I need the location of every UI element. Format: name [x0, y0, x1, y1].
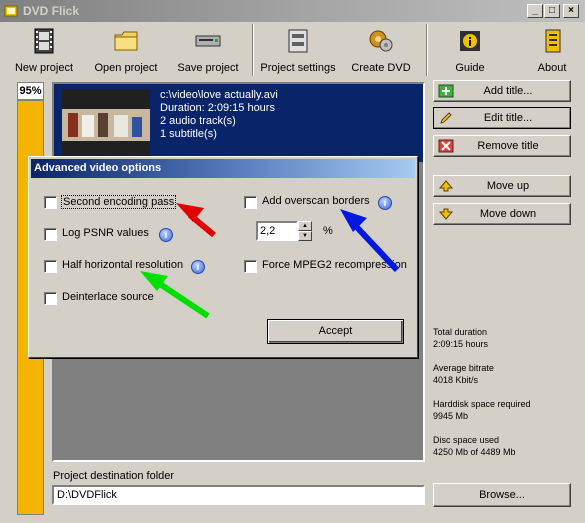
title-bar: DVD Flick _ □ × — [0, 0, 585, 22]
add-title-label: Add title... — [483, 85, 533, 97]
log-psnr-checkbox[interactable] — [44, 228, 57, 241]
overscan-label[interactable]: Add overscan borders — [262, 195, 370, 207]
save-drive-icon — [195, 35, 221, 47]
folder-icon — [114, 31, 138, 51]
remove-icon — [438, 139, 454, 153]
video-thumbnail — [62, 89, 150, 157]
disc-space-label: Disc space used — [433, 435, 500, 445]
create-dvd-icon — [369, 30, 393, 52]
remove-title-label: Remove title — [477, 140, 539, 152]
about-label: About — [537, 62, 567, 74]
destination-input[interactable]: D:\DVDFlick — [52, 485, 425, 505]
title-duration: Duration: 2:09:15 hours — [160, 102, 275, 114]
save-project-label: Save project — [177, 62, 239, 74]
title-subtitles: 1 subtitle(s) — [160, 128, 217, 140]
new-project-label: New project — [14, 62, 74, 74]
deinterlace-checkbox[interactable] — [44, 292, 57, 305]
guide-label: Guide — [455, 62, 485, 74]
move-down-label: Move down — [479, 208, 537, 220]
spin-up-icon[interactable]: ▲ — [298, 221, 312, 231]
move-down-button[interactable]: Move down — [433, 203, 571, 225]
maximize-button[interactable]: □ — [544, 4, 560, 18]
deinterlace-label[interactable]: Deinterlace source — [62, 291, 154, 303]
about-icon — [545, 29, 561, 53]
dialog-title: Advanced video options — [31, 159, 415, 178]
avg-bitrate-label: Average bitrate — [433, 363, 494, 373]
progress-percent: 95% — [17, 82, 44, 100]
second-pass-checkbox[interactable] — [44, 196, 57, 209]
destination-label: Project destination folder — [53, 470, 175, 482]
add-title-button[interactable]: Add title... — [433, 80, 571, 102]
open-project-button[interactable]: Open project — [90, 27, 162, 74]
title-path: c:\video\love actually.avi — [160, 89, 278, 101]
film-icon — [34, 28, 54, 54]
remove-title-button[interactable]: Remove title — [433, 135, 571, 157]
guide-icon — [460, 31, 480, 51]
avg-bitrate-value: 4018 Kbit/s — [433, 375, 479, 385]
log-psnr-label[interactable]: Log PSNR values — [62, 227, 149, 239]
info-icon[interactable]: i — [159, 228, 173, 242]
overscan-checkbox[interactable] — [244, 196, 257, 209]
info-icon[interactable]: i — [191, 260, 205, 274]
half-resolution-checkbox[interactable] — [44, 260, 57, 273]
settings-icon — [288, 29, 308, 53]
advanced-video-options-dialog: Advanced video options Second encoding p… — [28, 156, 418, 358]
total-duration-value: 2:09:15 hours — [433, 339, 489, 349]
about-button[interactable]: About — [522, 27, 582, 74]
new-project-button[interactable]: New project — [8, 27, 80, 74]
minimize-button[interactable]: _ — [527, 4, 543, 18]
move-up-button[interactable]: Move up — [433, 175, 571, 197]
info-icon[interactable]: i — [378, 196, 392, 210]
create-dvd-label: Create DVD — [351, 62, 411, 74]
pencil-icon — [440, 112, 452, 124]
dvd-flick-app-icon — [4, 5, 18, 17]
total-duration-label: Total duration — [433, 327, 488, 337]
move-up-label: Move up — [486, 180, 530, 192]
half-resolution-label[interactable]: Half horizontal resolution — [62, 259, 183, 271]
spin-down-icon[interactable]: ▼ — [298, 231, 312, 241]
title-audio-tracks: 2 audio track(s) — [160, 115, 236, 127]
close-button[interactable]: × — [563, 4, 579, 18]
percent-sign: % — [323, 225, 333, 237]
arrow-up-icon — [438, 180, 454, 192]
force-mpeg2-checkbox[interactable] — [244, 260, 257, 273]
hdd-space-label: Harddisk space required — [433, 399, 531, 409]
open-project-label: Open project — [94, 62, 158, 74]
window-title: DVD Flick — [23, 4, 80, 18]
project-settings-button[interactable]: Project settings — [256, 27, 340, 74]
second-pass-label[interactable]: Second encoding pass — [61, 195, 177, 209]
browse-button[interactable]: Browse... — [433, 483, 571, 507]
create-dvd-button[interactable]: Create DVD — [346, 27, 416, 74]
force-mpeg2-label[interactable]: Force MPEG2 recompression — [262, 259, 412, 271]
guide-button[interactable]: Guide — [440, 27, 500, 74]
plus-icon — [438, 84, 454, 98]
project-settings-label: Project settings — [260, 62, 336, 74]
edit-title-label: Edit title... — [483, 112, 533, 124]
arrow-down-icon — [438, 208, 454, 220]
save-project-button[interactable]: Save project — [172, 27, 244, 74]
toolbar-separator — [426, 24, 428, 76]
hdd-space-value: 9945 Mb — [433, 411, 469, 421]
overscan-value-input[interactable]: 2,2 — [256, 221, 298, 241]
toolbar-separator — [252, 24, 254, 76]
edit-title-button[interactable]: Edit title... — [433, 107, 571, 129]
overscan-spinner[interactable]: ▲ ▼ — [298, 221, 312, 241]
disc-space-value: 4250 Mb of 4489 Mb — [433, 447, 516, 457]
accept-button[interactable]: Accept — [267, 319, 404, 344]
